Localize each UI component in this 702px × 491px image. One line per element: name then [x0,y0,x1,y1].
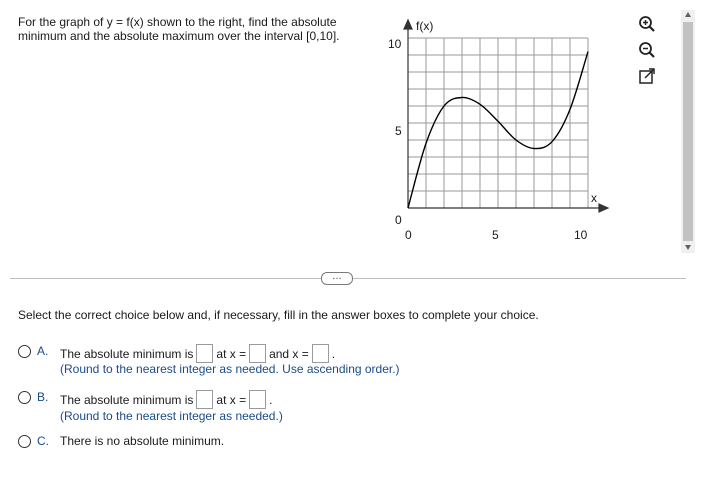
zoom-out-button[interactable] [637,40,657,60]
choice-b-radio[interactable] [18,391,31,404]
choice-a-min-value-input[interactable] [196,344,214,363]
scroll-down-icon[interactable] [685,245,691,250]
popout-button[interactable] [637,66,657,86]
graph-toolbar [637,14,663,92]
x-axis-arrow [598,203,610,213]
question-text: For the graph of y = f(x) shown to the r… [18,15,340,43]
choice-a-radio[interactable] [18,345,31,358]
choice-a-text3: and x = [269,346,309,361]
choice-a-x1-input[interactable] [249,344,267,363]
zoom-in-button[interactable] [637,14,657,34]
choice-b-text1: The absolute minimum is [60,392,194,407]
choice-a-text1: The absolute minimum is [60,346,194,361]
choice-b-x-input[interactable] [249,390,267,409]
x-tick-5: 5 [492,228,499,242]
choice-b-letter: B. [37,390,49,404]
choice-c-radio[interactable] [18,435,31,448]
zoom-out-icon [639,42,655,58]
choice-a-line: The absolute minimum is at x = and x = . [60,344,335,363]
axes [403,18,610,213]
choice-a-text2: at x = [216,346,247,361]
choice-b-text2: at x = [216,392,247,407]
choice-b-min-value-input[interactable] [196,390,214,409]
choice-b-period: . [269,392,273,407]
scroll-thumb[interactable] [683,22,693,241]
scroll-up-icon[interactable] [685,12,691,17]
x-tick-10: 10 [574,228,588,242]
choice-a-period: . [331,346,336,361]
y-axis-label: f(x) [416,19,433,33]
choice-c-letter: C. [37,434,49,448]
y-tick-0: 0 [395,213,402,227]
choice-a-x2-input[interactable] [311,344,329,363]
x-axis-label: x [591,191,597,205]
instructions-text: Select the correct choice below and, if … [18,308,539,322]
choice-c-line: There is no absolute minimum. [60,434,224,448]
choice-b-line: The absolute minimum is at x = . [60,390,272,409]
y-tick-5: 5 [395,124,402,138]
choice-b-hint: (Round to the nearest integer as needed.… [60,409,283,423]
graph-scrollbar[interactable] [681,10,695,253]
expand-button[interactable]: … [321,272,353,285]
function-graph: f(x) x 10 5 0 0 5 10 [388,18,610,242]
choice-a-letter: A. [37,344,49,358]
zoom-in-icon [639,16,655,32]
choice-a-hint: (Round to the nearest integer as needed.… [60,362,400,376]
choice-c-text1: There is no absolute minimum. [60,434,225,448]
popout-icon [639,68,655,84]
y-axis-arrow [403,18,413,30]
grid [407,37,589,209]
y-tick-10: 10 [388,37,402,51]
x-tick-0: 0 [405,228,412,242]
